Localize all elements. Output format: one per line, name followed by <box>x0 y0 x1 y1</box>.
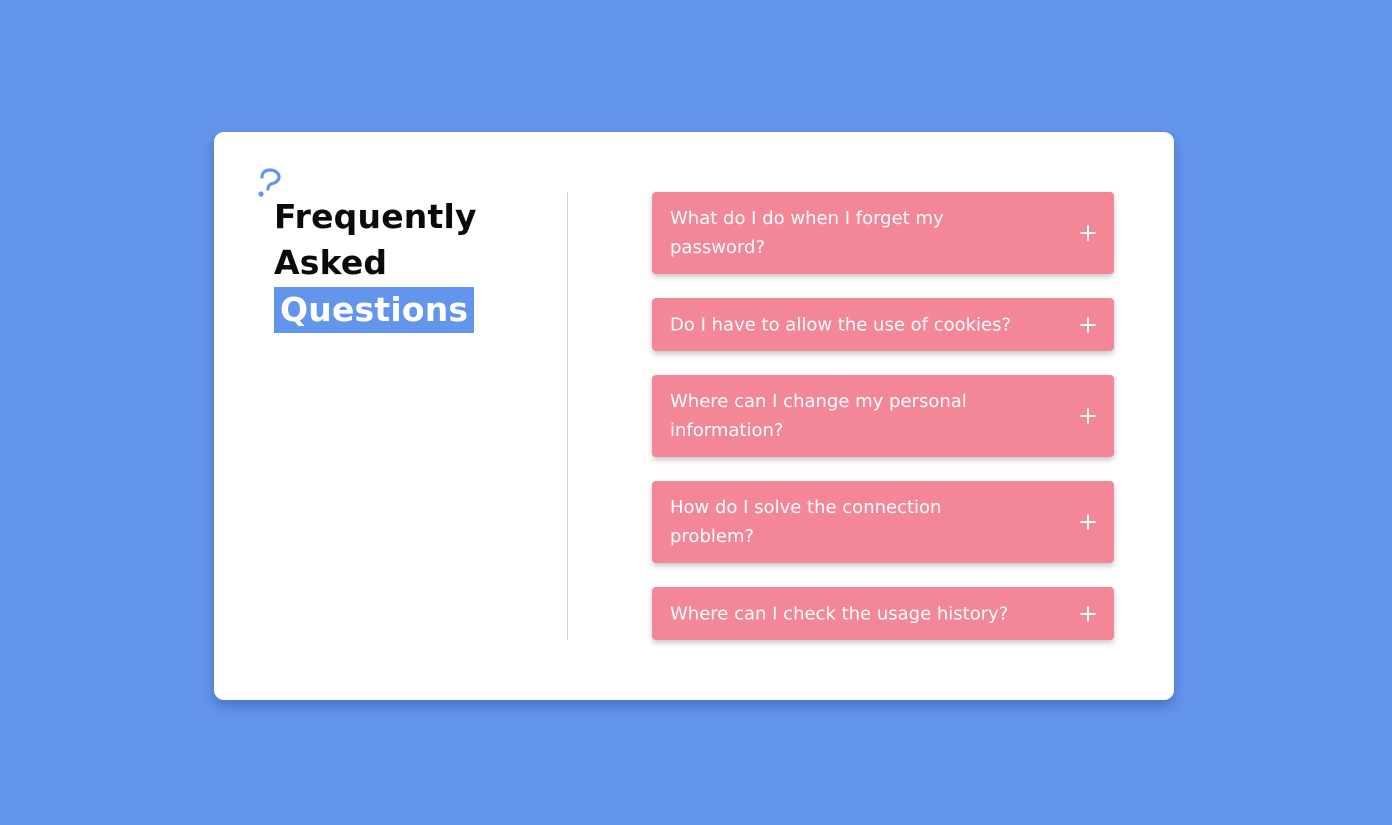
faq-item-usage-history[interactable]: Where can I check the usage history? <box>652 587 1114 640</box>
plus-icon[interactable] <box>1080 605 1096 622</box>
plus-icon[interactable] <box>1080 408 1096 424</box>
faq-item-personal-information[interactable]: Where can I change my personal informati… <box>652 375 1114 457</box>
title-line-asked: Asked <box>274 243 388 282</box>
faq-question: Where can I change my personal informati… <box>670 391 967 441</box>
faq-question: What do I do when I forget my password? <box>670 208 944 258</box>
title-line-frequently: Frequently <box>274 197 477 236</box>
faq-item-cookies[interactable]: Do I have to allow the use of cookies? <box>652 298 1114 351</box>
faq-question: How do I solve the connection problem? <box>670 497 942 547</box>
faq-question: Do I have to allow the use of cookies? <box>670 314 1012 335</box>
plus-icon[interactable] <box>1080 225 1096 241</box>
vertical-divider <box>567 192 568 640</box>
faq-item-forgot-password[interactable]: What do I do when I forget my password? <box>652 192 1114 274</box>
faq-card: Frequently Asked Questions What do I do … <box>214 132 1174 700</box>
faq-question: Where can I check the usage history? <box>670 603 1009 624</box>
page-title: Frequently Asked Questions <box>274 194 477 333</box>
plus-icon[interactable] <box>1080 316 1096 333</box>
faq-item-connection-problem[interactable]: How do I solve the connection problem? <box>652 481 1114 563</box>
title-highlight-questions: Questions <box>274 287 475 333</box>
plus-icon[interactable] <box>1080 514 1096 530</box>
